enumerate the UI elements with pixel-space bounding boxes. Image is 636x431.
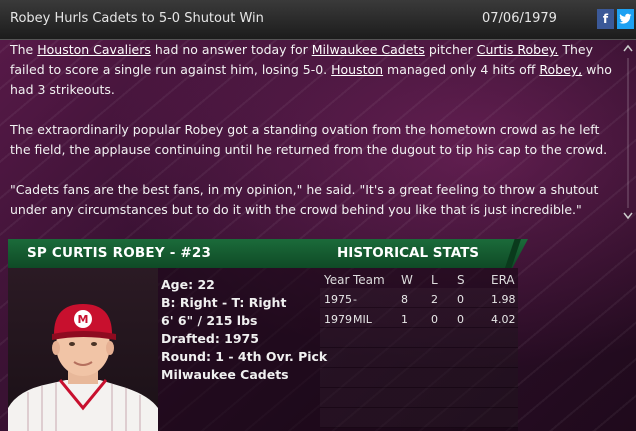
player-bats-throws: B: Right - T: Right xyxy=(161,295,287,310)
cell-team: MIL xyxy=(353,313,372,326)
cell-l: 0 xyxy=(431,313,438,326)
facebook-icon: f xyxy=(602,12,609,26)
article-paragraph: "Cadets fans are the best fans, in my op… xyxy=(10,182,599,217)
cell-team: - xyxy=(353,293,357,306)
cell-l: 2 xyxy=(431,293,438,306)
article-paragraph: The Houston Cavaliers had no answer toda… xyxy=(10,42,612,97)
player-portrait-icon: M xyxy=(8,304,158,431)
article-paragraph: The extraordinarily popular Robey got a … xyxy=(10,122,608,157)
facebook-share-button[interactable]: f xyxy=(597,9,614,29)
cell-s: 0 xyxy=(457,313,464,326)
news-header: Robey Hurls Cadets to 5-0 Shutout Win 07… xyxy=(0,0,636,40)
historical-stats-table: Year Team W L S ERA 1975 - 8 2 0 1.98 19… xyxy=(320,270,518,330)
twitter-share-button[interactable] xyxy=(617,9,634,29)
player-drafted: Drafted: 1975 xyxy=(161,331,259,346)
stats-header-row: Year Team W L S ERA xyxy=(320,270,518,290)
cell-year: 1975 xyxy=(324,293,352,306)
cell-year: 1979 xyxy=(324,313,352,326)
col-s[interactable]: S xyxy=(457,273,465,287)
player-age: Age: 22 xyxy=(161,277,215,292)
article-body: The Houston Cavaliers had no answer toda… xyxy=(10,40,616,220)
cell-era: 4.02 xyxy=(491,313,516,326)
table-row: 1979 MIL 1 0 0 4.02 xyxy=(320,310,518,330)
headline: Robey Hurls Cadets to 5-0 Shutout Win xyxy=(10,11,264,26)
cell-w: 1 xyxy=(401,313,408,326)
player-link-curtis-robey[interactable]: Curtis Robey. xyxy=(477,42,559,57)
player-link-robey[interactable]: Robey, xyxy=(539,62,582,77)
scroll-down-arrow-icon[interactable] xyxy=(622,210,634,224)
player-banner-name[interactable]: SP CURTIS ROBEY - #23 xyxy=(27,245,211,261)
player-draft-round: Round: 1 - 4th Ovr. Pick xyxy=(161,349,328,364)
col-year[interactable]: Year xyxy=(324,273,349,287)
historical-stats-title: HISTORICAL STATS xyxy=(337,245,480,261)
col-era[interactable]: ERA xyxy=(491,273,515,287)
scrollbar-track[interactable] xyxy=(627,58,629,208)
svg-text:M: M xyxy=(78,313,89,326)
team-link-houston-cavaliers[interactable]: Houston Cavaliers xyxy=(37,42,151,57)
player-team: Milwaukee Cadets xyxy=(161,367,289,382)
col-w[interactable]: W xyxy=(401,273,413,287)
col-l[interactable]: L xyxy=(431,273,438,287)
article-date: 07/06/1979 xyxy=(482,11,557,26)
player-height-weight: 6' 6" / 215 lbs xyxy=(161,313,258,328)
player-info: Age: 22 B: Right - T: Right 6' 6" / 215 … xyxy=(161,276,327,384)
twitter-icon xyxy=(619,13,632,24)
player-photo[interactable]: M xyxy=(8,268,158,431)
cell-era: 1.98 xyxy=(491,293,516,306)
col-team[interactable]: Team xyxy=(353,273,385,287)
team-link-milwaukee-cadets[interactable]: Milwaukee Cadets xyxy=(312,42,425,57)
cell-w: 8 xyxy=(401,293,408,306)
table-row: 1975 - 8 2 0 1.98 xyxy=(320,290,518,310)
scroll-up-arrow-icon[interactable] xyxy=(622,42,634,56)
cell-s: 0 xyxy=(457,293,464,306)
team-link-houston[interactable]: Houston xyxy=(331,62,383,77)
